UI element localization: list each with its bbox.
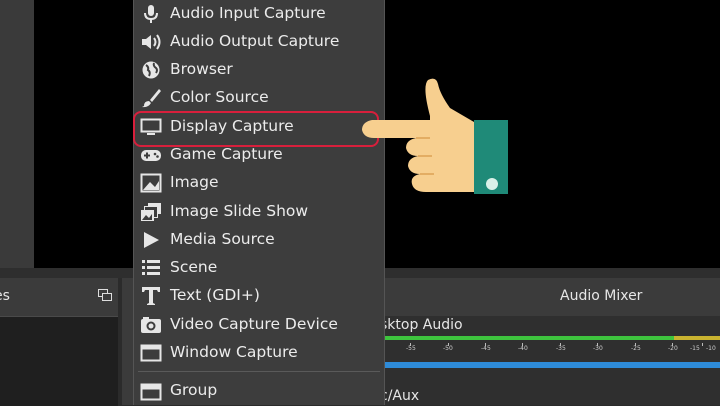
gamepad-icon xyxy=(141,150,161,161)
menu-item-label: Text (GDI+) xyxy=(170,286,260,304)
menu-item-window-capture[interactable]: Window Capture xyxy=(134,339,384,367)
menu-item-label: Browser xyxy=(170,60,233,78)
undock-icon[interactable] xyxy=(98,289,112,301)
menu-item-media-source[interactable]: Media Source xyxy=(134,226,384,254)
scale-label: -55 xyxy=(406,345,416,352)
camera-icon xyxy=(141,317,161,333)
menu-item-image[interactable]: Image xyxy=(134,169,384,197)
scale-label: -35 xyxy=(556,345,566,352)
menu-item-label: Video Capture Device xyxy=(170,315,338,333)
scale-label: -40 xyxy=(518,345,528,352)
audio-mixer-panel: sktop Audio -55 -50 -45 -40 -35 -30 -25 … xyxy=(380,316,720,405)
meter-yellow-zone xyxy=(674,336,720,340)
menu-item-label: Color Source xyxy=(170,88,269,106)
left-panel-edge xyxy=(0,0,34,268)
scale-label: -10 xyxy=(706,345,716,352)
window-icon xyxy=(140,344,162,362)
display-capture-highlight xyxy=(133,111,379,147)
scale-label: -20 xyxy=(668,345,678,352)
menu-item-group[interactable]: Group xyxy=(134,377,384,405)
menu-item-label: Media Source xyxy=(170,230,275,248)
audio-mixer-title: Audio Mixer xyxy=(380,278,720,316)
image-icon xyxy=(140,173,162,193)
scale-label: -25 xyxy=(631,345,641,352)
scale-label: -30 xyxy=(593,345,603,352)
menu-item-label: Scene xyxy=(170,258,218,276)
slideshow-icon xyxy=(141,203,161,221)
menu-item-image-slide-show[interactable]: Image Slide Show xyxy=(134,198,384,226)
scale-label: -15 xyxy=(690,345,700,352)
mic-aux-label: c/Aux xyxy=(380,388,420,404)
menu-item-scene[interactable]: Scene xyxy=(134,254,384,282)
menu-separator xyxy=(138,371,380,372)
folder-icon xyxy=(140,383,162,401)
microphone-icon xyxy=(144,5,158,23)
menu-item-label: Group xyxy=(170,381,218,399)
play-icon xyxy=(144,232,159,248)
meter-scale: -55 -50 -45 -40 -35 -30 -25 -20 -15 -10 xyxy=(380,343,720,357)
list-icon xyxy=(142,260,160,275)
menu-item-label: Game Capture xyxy=(170,145,283,163)
menu-item-audio-input-capture[interactable]: Audio Input Capture xyxy=(134,0,384,28)
pointing-hand-icon xyxy=(362,78,508,194)
scale-label: -50 xyxy=(443,345,453,352)
menu-item-color-source[interactable]: Color Source xyxy=(134,84,384,112)
add-source-menu: Audio Input Capture Audio Output Capture… xyxy=(133,0,385,405)
paintbrush-icon xyxy=(142,89,161,108)
menu-item-video-capture-device[interactable]: Video Capture Device xyxy=(134,311,384,339)
scenes-dock-title: es xyxy=(0,278,118,316)
menu-item-label: Image Slide Show xyxy=(170,202,309,220)
scenes-title-label: es xyxy=(0,288,10,304)
scale-label: -45 xyxy=(481,345,491,352)
text-icon xyxy=(142,287,160,305)
globe-icon xyxy=(142,61,160,79)
menu-item-label: Window Capture xyxy=(170,343,298,361)
volume-fader[interactable] xyxy=(382,362,720,368)
scenes-list[interactable] xyxy=(0,316,118,406)
audio-mixer-title-label: Audio Mixer xyxy=(560,288,643,304)
speaker-icon xyxy=(142,34,161,50)
menu-item-audio-output-capture[interactable]: Audio Output Capture xyxy=(134,28,384,56)
menu-item-text-gdi[interactable]: Text (GDI+) xyxy=(134,282,384,310)
menu-item-browser[interactable]: Browser xyxy=(134,56,384,84)
menu-item-label: Audio Input Capture xyxy=(170,4,326,22)
menu-item-label: Audio Output Capture xyxy=(170,32,340,50)
desktop-audio-label: sktop Audio xyxy=(380,317,463,333)
volume-meter xyxy=(382,336,720,340)
menu-item-label: Image xyxy=(170,173,219,191)
